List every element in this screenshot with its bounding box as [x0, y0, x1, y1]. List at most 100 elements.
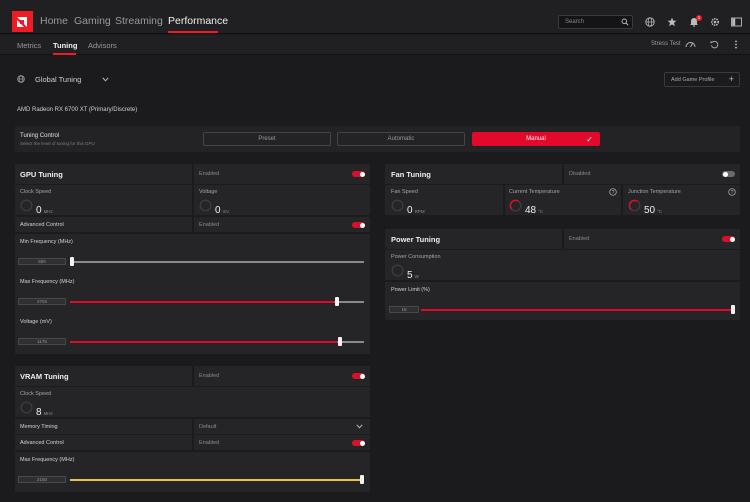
power-consumption-value: 5	[407, 270, 413, 281]
nav-performance[interactable]: Performance	[168, 15, 228, 27]
min-frequency-slider-track[interactable]	[70, 261, 364, 263]
power-tuning-title: Power Tuning	[391, 235, 441, 244]
power-limit-input[interactable]: 15	[389, 306, 419, 313]
power-limit-slider-thumb[interactable]	[731, 305, 735, 314]
power-limit-slider-track[interactable]	[421, 309, 735, 311]
gpu-clock-unit: MHz	[43, 209, 53, 214]
device-name: AMD Radeon RX 6700 XT (Primary/Discrete)	[17, 107, 138, 113]
sidebar-toggle-icon[interactable]	[731, 17, 742, 27]
search-input[interactable]: Search	[558, 15, 633, 29]
divider	[192, 435, 194, 450]
nav-streaming[interactable]: Streaming	[115, 15, 163, 27]
vram-advanced-state: Enabled	[199, 440, 220, 446]
gauge-ring-icon	[391, 199, 404, 212]
star-icon[interactable]	[667, 17, 677, 27]
memory-timing-label: Memory Timing	[20, 424, 58, 430]
top-bar	[0, 0, 750, 34]
reset-icon[interactable]	[710, 40, 719, 49]
gpu-voltage-value: 0	[215, 205, 221, 216]
help-icon[interactable]: ?	[609, 188, 617, 196]
vram-tuning-toggle[interactable]	[352, 373, 365, 379]
divider	[192, 419, 194, 434]
power-tuning-toggle[interactable]	[722, 236, 735, 242]
max-frequency-label: Max Frequency (MHz)	[20, 279, 75, 285]
search-icon	[621, 18, 629, 26]
add-game-profile-button[interactable]: Add Game Profile +	[664, 72, 740, 87]
nav-home[interactable]: Home	[40, 15, 68, 27]
vram-clock-readout: 8 MHz	[36, 402, 53, 420]
min-frequency-slider-thumb[interactable]	[70, 257, 74, 266]
max-frequency-slider-track[interactable]	[70, 301, 364, 303]
gpu-sliders-panel	[15, 234, 370, 354]
voltage-input[interactable]: 1175	[18, 338, 66, 345]
gpu-tuning-title: GPU Tuning	[20, 170, 63, 179]
gauge-icon[interactable]	[685, 40, 696, 48]
tuning-manual-button[interactable]: Manual ✓	[472, 132, 600, 146]
fan-tuning-toggle[interactable]	[722, 171, 735, 177]
tab-advisors[interactable]: Advisors	[88, 41, 117, 50]
vram-max-frequency-slider-thumb[interactable]	[360, 475, 364, 484]
chevron-down-icon[interactable]	[356, 424, 363, 429]
gpu-advanced-toggle[interactable]	[352, 222, 365, 228]
nav-gaming[interactable]: Gaming	[74, 15, 111, 27]
svg-text:?: ?	[612, 190, 615, 196]
vram-advanced-toggle[interactable]	[352, 440, 365, 446]
power-limit-panel	[385, 282, 740, 320]
divider	[192, 217, 194, 232]
vram-tuning-state: Enabled	[199, 373, 220, 379]
tab-active-indicator	[53, 53, 76, 55]
current-temperature-unit: °C	[538, 209, 544, 214]
voltage-slider-thumb[interactable]	[337, 337, 342, 346]
gear-icon[interactable]	[710, 17, 720, 27]
vram-max-frequency-label: Max Frequency (MHz)	[20, 457, 75, 463]
gpu-voltage-unit: mV	[222, 209, 230, 214]
voltage-slider-track[interactable]	[70, 341, 364, 343]
tuning-control-subtitle: Select the level of tuning for this GPU	[20, 141, 95, 146]
vram-tuning-title: VRAM Tuning	[20, 372, 69, 381]
checkmark-icon: ✓	[586, 135, 593, 144]
max-frequency-slider-thumb[interactable]	[334, 297, 339, 306]
globe-icon	[17, 75, 25, 83]
stress-test-label[interactable]: Stress Test	[651, 41, 681, 47]
max-frequency-input[interactable]: 2703	[18, 298, 66, 305]
vram-max-frequency-slider-track[interactable]	[70, 479, 364, 481]
power-consumption-readout: 5W	[407, 265, 419, 283]
min-frequency-input[interactable]: 500	[18, 258, 66, 265]
fan-tuning-state: Disabled	[569, 171, 591, 177]
profile-select[interactable]: Global Tuning	[35, 75, 81, 84]
fan-speed-unit: RPM	[414, 209, 425, 214]
tuning-control-title: Tuning Control	[20, 133, 60, 139]
fan-speed-value: 0	[407, 205, 413, 216]
fan-metrics-row	[385, 185, 740, 215]
vram-max-frequency-input[interactable]: 2150	[18, 476, 66, 483]
tab-metrics[interactable]: Metrics	[17, 41, 41, 50]
nav-active-indicator	[168, 31, 218, 33]
power-consumption-unit: W	[414, 274, 419, 279]
tab-tuning[interactable]: Tuning	[53, 41, 77, 50]
gauge-ring-icon	[20, 401, 33, 414]
divider	[621, 185, 623, 215]
gpu-clock-readout: 0 MHz	[36, 200, 53, 218]
divider	[562, 229, 564, 249]
vram-advanced-label: Advanced Control	[20, 440, 64, 446]
gpu-advanced-label: Advanced Control	[20, 222, 64, 228]
vram-clock-row	[15, 387, 370, 417]
gpu-advanced-state: Enabled	[199, 222, 220, 228]
power-limit-label: Power Limit (%)	[391, 287, 430, 293]
chevron-down-icon[interactable]	[102, 77, 109, 82]
current-temperature-label: Current Temperature	[509, 189, 560, 195]
temperature-ring-icon	[628, 199, 641, 212]
memory-timing-select[interactable]: Default	[199, 424, 216, 430]
amd-logo-icon[interactable]	[12, 11, 33, 32]
gpu-voltage-readout: 0 mV	[215, 200, 229, 218]
globe-icon[interactable]	[645, 17, 655, 27]
more-options-icon[interactable]	[734, 40, 738, 49]
tuning-preset-button[interactable]: Preset	[203, 132, 331, 146]
divider	[192, 185, 194, 215]
tuning-automatic-button[interactable]: Automatic	[337, 132, 465, 146]
gpu-tuning-toggle[interactable]	[352, 171, 365, 177]
help-icon[interactable]: ?	[728, 188, 736, 196]
current-temperature-readout: 48 °C	[525, 200, 543, 218]
current-temperature-value: 48	[525, 205, 537, 216]
power-consumption-label: Power Consumption	[391, 254, 441, 260]
